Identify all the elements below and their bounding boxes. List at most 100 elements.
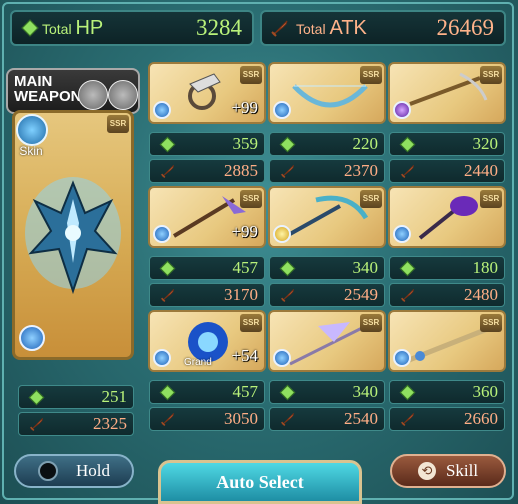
weapon-card[interactable]: SSR +99	[148, 62, 266, 124]
total-hp-value: 3284	[196, 15, 242, 40]
weapon-card[interactable]: SSR	[268, 310, 386, 372]
main-hp-stat: 251	[18, 385, 134, 409]
rarity-badge: SSR	[480, 314, 502, 332]
rarity-badge: SSR	[360, 66, 382, 84]
weapon-hp-stat: 359	[149, 132, 265, 156]
weapon-hp-stat: 457	[149, 256, 265, 280]
weapon-atk-stat: 2549	[269, 283, 385, 307]
weapon-card[interactable]: SSR	[268, 186, 386, 248]
atk-sword-icon	[401, 289, 414, 302]
rarity-badge: SSR	[360, 314, 382, 332]
atk-sword-icon	[281, 413, 294, 426]
weapon-atk-value: 3170	[224, 285, 258, 304]
weapon-atk-value: 2549	[344, 285, 378, 304]
weapon-hp-stat: 320	[389, 132, 505, 156]
water-element-icon	[393, 225, 411, 243]
water-element-icon	[273, 101, 291, 119]
hold-button[interactable]: Hold	[14, 454, 134, 488]
hp-diamond-icon	[399, 260, 416, 276]
rarity-badge: SSR	[240, 66, 262, 84]
weapon-atk-stat: 3050	[149, 407, 265, 431]
hold-indicator-icon	[38, 461, 58, 481]
hp-diamond-icon	[279, 384, 296, 400]
refresh-icon: ⟲	[417, 462, 436, 480]
hp-diamond-icon	[159, 384, 176, 400]
dark-element-icon	[393, 101, 411, 119]
weapon-hp-stat: 180	[389, 256, 505, 280]
skill-button[interactable]: ⟲ Skill	[390, 454, 506, 488]
plus-level: +54	[231, 346, 258, 365]
skin-button[interactable]: Skin	[14, 114, 48, 158]
weapon-card[interactable]: SSR	[268, 62, 386, 124]
weapon-hp-value: 457	[232, 382, 259, 401]
rarity-badge: SSR	[480, 190, 502, 208]
weapon-atk-value: 2540	[344, 409, 378, 428]
weapon-hp-value: 220	[352, 134, 379, 153]
weapon-hp-stat: 360	[389, 380, 505, 404]
weapon-atk-stat: 2540	[269, 407, 385, 431]
weapon-card[interactable]: SSR	[388, 186, 506, 248]
auto-select-label: Auto Select	[216, 471, 304, 492]
plus-level: +99	[231, 222, 258, 241]
main-weapon-label: MAIN WEAPON	[6, 68, 140, 114]
weapon-atk-stat: 2660	[389, 407, 505, 431]
atk-sword-icon	[281, 289, 294, 302]
skill-label: Skill	[445, 461, 479, 480]
water-element-icon	[273, 349, 291, 367]
rarity-badge: SSR	[360, 190, 382, 208]
water-element-icon	[153, 225, 171, 243]
weapon-hp-value: 320	[472, 134, 499, 153]
light-element-icon	[273, 225, 291, 243]
plus-level: +99	[231, 98, 258, 117]
hp-diamond-icon	[399, 136, 416, 152]
atk-sword-icon	[161, 289, 174, 302]
weapon-atk-value: 2660	[464, 409, 498, 428]
atk-sword-icon	[401, 165, 414, 178]
weapon-hp-stat: 457	[149, 380, 265, 404]
hold-label: Hold	[76, 461, 110, 480]
weapon-hp-stat: 340	[269, 380, 385, 404]
weapon-hp-value: 360	[472, 382, 499, 401]
weapon-atk-value: 2440	[464, 161, 498, 180]
atk-sword-icon	[161, 413, 174, 426]
weapon-hp-value: 359	[232, 134, 259, 153]
atk-sword-icon	[271, 20, 288, 37]
total-hp-bar: Total HP 3284	[10, 10, 254, 46]
rarity-badge: SSR	[240, 314, 262, 332]
atk-sword-icon	[161, 165, 174, 178]
water-element-icon	[153, 349, 171, 367]
weapon-atk-stat: 2440	[389, 159, 505, 183]
weapon-hp-value: 180	[472, 258, 499, 277]
main-atk-stat: 2325	[18, 412, 134, 436]
weapon-atk-stat: 2370	[269, 159, 385, 183]
weapon-card[interactable]: SSR +54 Grand	[148, 310, 266, 372]
atk-sword-icon	[30, 418, 43, 431]
weapon-atk-value: 2480	[464, 285, 498, 304]
main-atk-value: 2325	[93, 414, 127, 433]
weapon-hp-value: 340	[352, 258, 379, 277]
water-element-icon	[393, 349, 411, 367]
weapon-atk-stat: 3170	[149, 283, 265, 307]
weapon-atk-stat: 2480	[389, 283, 505, 307]
hp-diamond-icon	[159, 136, 176, 152]
weapon-card[interactable]: SSR	[388, 62, 506, 124]
hp-diamond-icon	[159, 260, 176, 276]
cog-icon	[78, 80, 108, 110]
total-atk-value: 26469	[436, 15, 495, 40]
total-atk-bar: Total ATK 26469	[260, 10, 506, 46]
auto-select-button[interactable]: Auto Select	[158, 460, 362, 504]
star-icon	[16, 114, 48, 146]
water-element-icon	[19, 325, 45, 351]
hp-diamond-icon	[279, 136, 296, 152]
weapon-card[interactable]: SSR	[388, 310, 506, 372]
weapon-card[interactable]: SSR +99	[148, 186, 266, 248]
hp-diamond-icon	[399, 384, 416, 400]
rarity-badge: SSR	[480, 66, 502, 84]
rarity-badge: SSR	[240, 190, 262, 208]
main-hp-value: 251	[101, 387, 128, 406]
weapon-hp-value: 457	[232, 258, 259, 277]
weapon-atk-stat: 2885	[149, 159, 265, 183]
weapon-hp-stat: 340	[269, 256, 385, 280]
water-element-icon	[153, 101, 171, 119]
grand-label: Grand	[184, 357, 212, 368]
